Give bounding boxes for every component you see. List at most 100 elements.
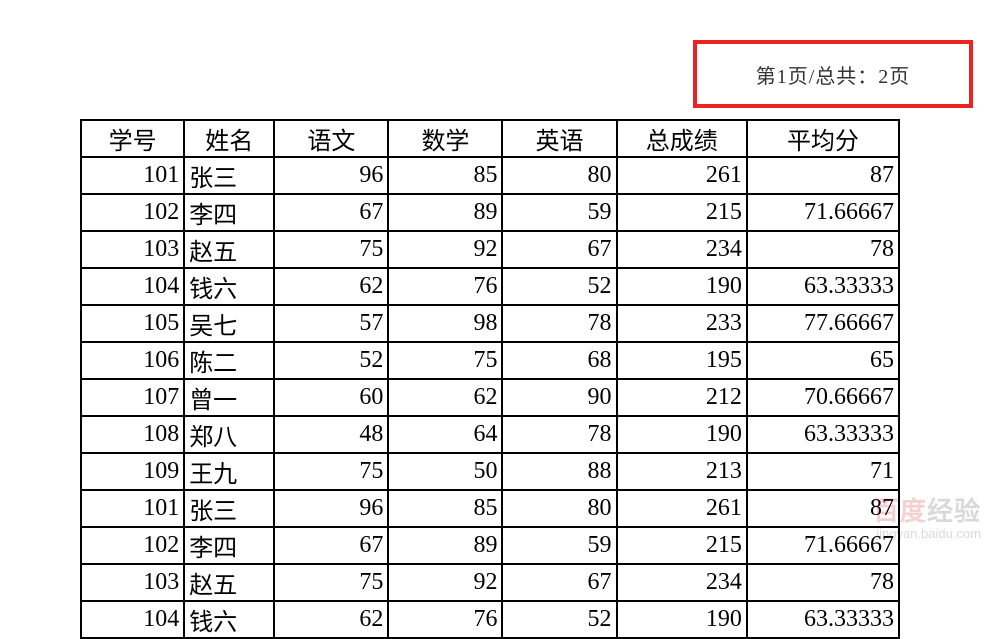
cell-chinese: 75 <box>274 231 388 268</box>
cell-id: 106 <box>81 342 184 379</box>
col-header-id: 学号 <box>81 120 184 157</box>
cell-name: 王九 <box>184 453 274 490</box>
table-row: 108郑八48647819063.33333 <box>81 416 899 453</box>
cell-math: 85 <box>388 490 502 527</box>
cell-avg: 87 <box>747 157 899 194</box>
cell-total: 234 <box>617 564 747 601</box>
cell-total: 261 <box>617 157 747 194</box>
cell-english: 59 <box>502 194 616 231</box>
cell-id: 107 <box>81 379 184 416</box>
cell-total: 261 <box>617 490 747 527</box>
cell-chinese: 67 <box>274 194 388 231</box>
cell-id: 102 <box>81 527 184 564</box>
cell-english: 80 <box>502 490 616 527</box>
cell-english: 67 <box>502 231 616 268</box>
table-row: 102李四67895921571.66667 <box>81 194 899 231</box>
cell-total: 234 <box>617 231 747 268</box>
table-row: 102李四67895921571.66667 <box>81 527 899 564</box>
table-row: 104钱六62765219063.33333 <box>81 268 899 305</box>
table-row: 107曾一60629021270.66667 <box>81 379 899 416</box>
cell-chinese: 62 <box>274 601 388 638</box>
table-row: 103赵五75926723478 <box>81 564 899 601</box>
cell-avg: 70.66667 <box>747 379 899 416</box>
col-header-math: 数学 <box>388 120 502 157</box>
cell-total: 195 <box>617 342 747 379</box>
cell-total: 233 <box>617 305 747 342</box>
cell-name: 曾一 <box>184 379 274 416</box>
cell-name: 吴七 <box>184 305 274 342</box>
cell-math: 92 <box>388 231 502 268</box>
table-body: 101张三96858026187102李四67895921571.6666710… <box>81 157 899 638</box>
cell-english: 90 <box>502 379 616 416</box>
cell-english: 78 <box>502 416 616 453</box>
col-header-name: 姓名 <box>184 120 274 157</box>
cell-avg: 78 <box>747 564 899 601</box>
cell-math: 92 <box>388 564 502 601</box>
col-header-avg: 平均分 <box>747 120 899 157</box>
page-info-highlight: 第1页/总共：2页 <box>693 40 973 108</box>
cell-english: 68 <box>502 342 616 379</box>
cell-total: 213 <box>617 453 747 490</box>
cell-total: 190 <box>617 601 747 638</box>
table-row: 101张三96858026187 <box>81 157 899 194</box>
cell-chinese: 48 <box>274 416 388 453</box>
cell-math: 76 <box>388 601 502 638</box>
cell-id: 105 <box>81 305 184 342</box>
cell-id: 102 <box>81 194 184 231</box>
cell-avg: 87 <box>747 490 899 527</box>
cell-math: 75 <box>388 342 502 379</box>
cell-name: 钱六 <box>184 268 274 305</box>
page-info-text: 第1页/总共：2页 <box>756 60 911 89</box>
cell-math: 89 <box>388 194 502 231</box>
grades-table-container: 学号 姓名 语文 数学 英语 总成绩 平均分 101张三968580261871… <box>80 119 900 639</box>
cell-id: 104 <box>81 268 184 305</box>
table-row: 103赵五75926723478 <box>81 231 899 268</box>
cell-name: 李四 <box>184 194 274 231</box>
cell-id: 103 <box>81 231 184 268</box>
table-row: 109王九75508821371 <box>81 453 899 490</box>
cell-id: 101 <box>81 157 184 194</box>
cell-name: 郑八 <box>184 416 274 453</box>
cell-english: 80 <box>502 157 616 194</box>
cell-avg: 71 <box>747 453 899 490</box>
cell-id: 101 <box>81 490 184 527</box>
cell-chinese: 62 <box>274 268 388 305</box>
table-header-row: 学号 姓名 语文 数学 英语 总成绩 平均分 <box>81 120 899 157</box>
cell-chinese: 60 <box>274 379 388 416</box>
cell-math: 50 <box>388 453 502 490</box>
cell-english: 88 <box>502 453 616 490</box>
col-header-total: 总成绩 <box>617 120 747 157</box>
cell-math: 85 <box>388 157 502 194</box>
cell-total: 215 <box>617 527 747 564</box>
cell-chinese: 75 <box>274 453 388 490</box>
cell-name: 张三 <box>184 490 274 527</box>
cell-chinese: 52 <box>274 342 388 379</box>
cell-avg: 63.33333 <box>747 601 899 638</box>
cell-english: 59 <box>502 527 616 564</box>
cell-math: 98 <box>388 305 502 342</box>
cell-math: 76 <box>388 268 502 305</box>
col-header-english: 英语 <box>502 120 616 157</box>
cell-name: 李四 <box>184 527 274 564</box>
cell-chinese: 67 <box>274 527 388 564</box>
cell-total: 212 <box>617 379 747 416</box>
table-row: 105吴七57987823377.66667 <box>81 305 899 342</box>
cell-chinese: 75 <box>274 564 388 601</box>
cell-id: 104 <box>81 601 184 638</box>
cell-total: 190 <box>617 416 747 453</box>
grades-table: 学号 姓名 语文 数学 英语 总成绩 平均分 101张三968580261871… <box>80 119 900 639</box>
table-row: 101张三96858026187 <box>81 490 899 527</box>
cell-avg: 78 <box>747 231 899 268</box>
cell-english: 78 <box>502 305 616 342</box>
cell-chinese: 96 <box>274 490 388 527</box>
cell-avg: 63.33333 <box>747 416 899 453</box>
cell-name: 赵五 <box>184 231 274 268</box>
cell-id: 108 <box>81 416 184 453</box>
cell-math: 62 <box>388 379 502 416</box>
cell-math: 89 <box>388 527 502 564</box>
cell-chinese: 96 <box>274 157 388 194</box>
table-row: 106陈二52756819565 <box>81 342 899 379</box>
cell-chinese: 57 <box>274 305 388 342</box>
cell-avg: 77.66667 <box>747 305 899 342</box>
cell-id: 109 <box>81 453 184 490</box>
